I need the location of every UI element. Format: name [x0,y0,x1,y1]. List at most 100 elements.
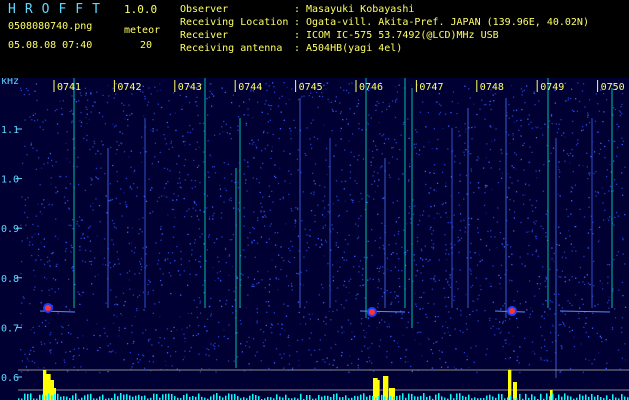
noise-speck [509,357,511,359]
amplitude-burst [383,376,389,400]
noise-speck [415,143,417,145]
time-tick-label: 0746 [359,82,383,93]
noise-speck [512,96,515,98]
noise-speck [432,246,435,248]
noise-speck [607,276,609,278]
noise-speck [381,295,383,298]
noise-speck [298,359,300,362]
noise-speck [558,293,560,295]
noise-speck [145,246,148,248]
noise-speck [272,82,274,84]
noise-speck [141,136,143,138]
noise-speck [115,197,117,199]
noise-speck [268,367,270,370]
noise-speck [225,303,227,305]
noise-speck [262,341,265,344]
noise-speck [579,208,581,210]
noise-speck [441,337,443,339]
noise-speck [561,307,564,309]
noise-speck [442,325,444,328]
noise-speck [51,159,53,162]
noise-speck [237,116,240,118]
noise-speck [148,279,150,281]
noise-speck [344,239,346,241]
freq-tick-label: 0.8 [1,274,19,285]
noise-speck [499,332,501,334]
noise-speck [159,316,161,318]
noise-speck [561,270,564,272]
noise-speck [622,239,624,241]
noise-speck [164,138,166,140]
noise-speck [129,185,131,187]
noise-speck [198,260,200,263]
noise-speck [213,95,215,97]
noise-speck [252,117,254,119]
noise-speck [553,293,556,295]
noise-speck [413,205,415,207]
noise-speck [398,216,400,219]
noise-speck [621,172,623,174]
noise-speck [542,266,544,268]
noise-speck [469,268,471,270]
noise-speck [340,303,342,306]
noise-speck [105,264,107,266]
noise-speck [198,228,200,230]
noise-speck [401,246,403,248]
noise-speck [428,215,430,217]
noise-speck [271,324,273,326]
noise-speck [215,371,217,373]
noise-speck [521,108,523,111]
noise-speck [500,277,502,279]
noise-speck [310,143,312,145]
noise-speck [332,228,334,230]
noise-speck [260,360,262,362]
amplitude-noise [606,395,608,400]
noise-speck [69,161,71,163]
noise-speck [317,106,319,109]
noise-speck [298,364,300,367]
noise-speck [86,319,88,321]
noise-speck [459,180,461,182]
noise-speck [64,259,67,261]
noise-speck [98,112,101,114]
noise-speck [464,85,466,87]
noise-speck [478,254,480,256]
noise-speck [72,355,74,358]
noise-speck [416,236,419,239]
noise-speck [37,233,40,235]
noise-speck [427,111,429,114]
noise-speck [184,337,186,339]
noise-speck [220,195,222,197]
noise-speck [422,279,424,282]
noise-speck [301,96,303,98]
noise-speck [167,252,170,254]
noise-speck [37,225,39,227]
noise-speck [57,312,59,314]
noise-speck [208,355,210,357]
noise-speck [617,349,620,351]
noise-speck [260,236,262,238]
noise-speck [131,250,133,252]
noise-speck [297,207,299,209]
noise-speck [499,321,501,323]
noise-speck [106,212,108,214]
noise-speck [455,368,457,370]
noise-speck [21,360,23,362]
noise-speck [410,218,412,220]
noise-speck [252,177,254,179]
noise-speck [25,87,28,90]
noise-speck [510,84,513,87]
noise-speck [604,145,606,148]
noise-speck [24,211,26,214]
noise-speck [367,240,369,242]
noise-speck [335,300,337,302]
noise-speck [396,158,398,160]
amplitude-noise [48,393,50,400]
noise-speck [378,179,380,181]
noise-speck [210,313,212,315]
noise-speck [217,256,219,258]
noise-speck [210,155,212,158]
noise-speck [151,187,153,189]
noise-speck [524,337,526,340]
noise-speck [401,270,403,272]
